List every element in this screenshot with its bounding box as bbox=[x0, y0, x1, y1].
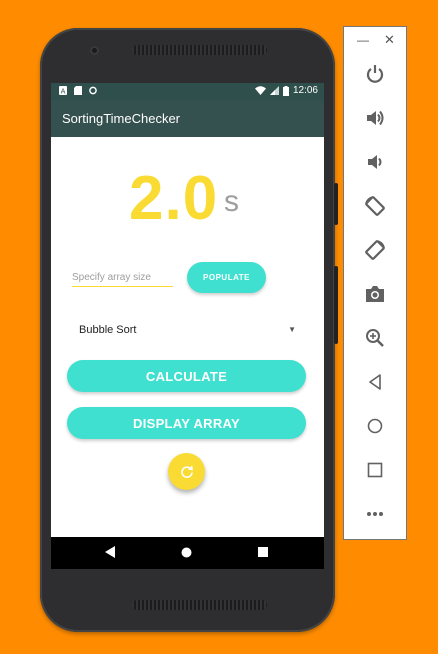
timer-unit: s bbox=[224, 185, 239, 218]
android-nav-bar bbox=[51, 537, 324, 569]
more-icon[interactable] bbox=[364, 503, 386, 525]
array-size-input[interactable] bbox=[72, 268, 173, 287]
front-camera bbox=[90, 46, 99, 55]
sort-algorithm-spinner[interactable]: Bubble Sort ▼ bbox=[72, 319, 302, 341]
app-title: SortingTimeChecker bbox=[62, 111, 181, 126]
display-array-button[interactable]: DISPLAY ARRAY bbox=[67, 407, 306, 439]
close-icon[interactable]: ✕ bbox=[384, 32, 395, 48]
volume-down-icon[interactable] bbox=[364, 151, 386, 173]
dropdown-arrow-icon: ▼ bbox=[288, 325, 296, 334]
nav-overview-icon[interactable] bbox=[258, 547, 268, 557]
nav-back-icon[interactable] bbox=[105, 546, 116, 558]
spinner-selected-value: Bubble Sort bbox=[79, 324, 137, 336]
notification-a-icon: A bbox=[59, 86, 67, 95]
wifi-icon bbox=[254, 86, 266, 95]
battery-icon bbox=[282, 85, 289, 96]
populate-button[interactable]: POPULATE bbox=[187, 262, 266, 293]
svg-text:A: A bbox=[61, 88, 66, 96]
zoom-icon[interactable] bbox=[364, 327, 386, 349]
nav-home-icon[interactable] bbox=[181, 547, 192, 558]
timer-value: 2.0 bbox=[129, 164, 219, 233]
rotate-left-icon[interactable] bbox=[364, 195, 386, 217]
volume-up-icon[interactable] bbox=[364, 107, 386, 129]
camera-icon[interactable] bbox=[364, 283, 386, 305]
app-bar: SortingTimeChecker bbox=[51, 100, 324, 137]
sync-icon bbox=[89, 86, 97, 95]
signal-icon bbox=[269, 86, 279, 95]
phone-screen: A 12:06 SortingTimeChecker 2.0 s POPULAT… bbox=[51, 83, 324, 569]
top-speaker bbox=[132, 45, 267, 55]
refresh-fab[interactable] bbox=[168, 453, 205, 490]
calculate-button[interactable]: CALCULATE bbox=[67, 360, 306, 392]
bottom-speaker bbox=[132, 600, 267, 610]
status-time: 12:06 bbox=[292, 85, 318, 96]
overview-icon[interactable] bbox=[364, 459, 386, 481]
emulator-toolbar: — ✕ bbox=[343, 26, 407, 540]
refresh-icon bbox=[180, 465, 193, 478]
back-icon[interactable] bbox=[364, 371, 386, 393]
home-icon[interactable] bbox=[364, 415, 386, 437]
minimize-icon[interactable]: — bbox=[357, 33, 369, 47]
power-side-button[interactable] bbox=[334, 183, 338, 225]
rotate-right-icon[interactable] bbox=[364, 239, 386, 261]
sd-card-icon bbox=[74, 86, 82, 95]
power-icon[interactable] bbox=[364, 63, 386, 85]
volume-side-button[interactable] bbox=[334, 266, 338, 344]
status-bar: A 12:06 bbox=[51, 83, 324, 100]
